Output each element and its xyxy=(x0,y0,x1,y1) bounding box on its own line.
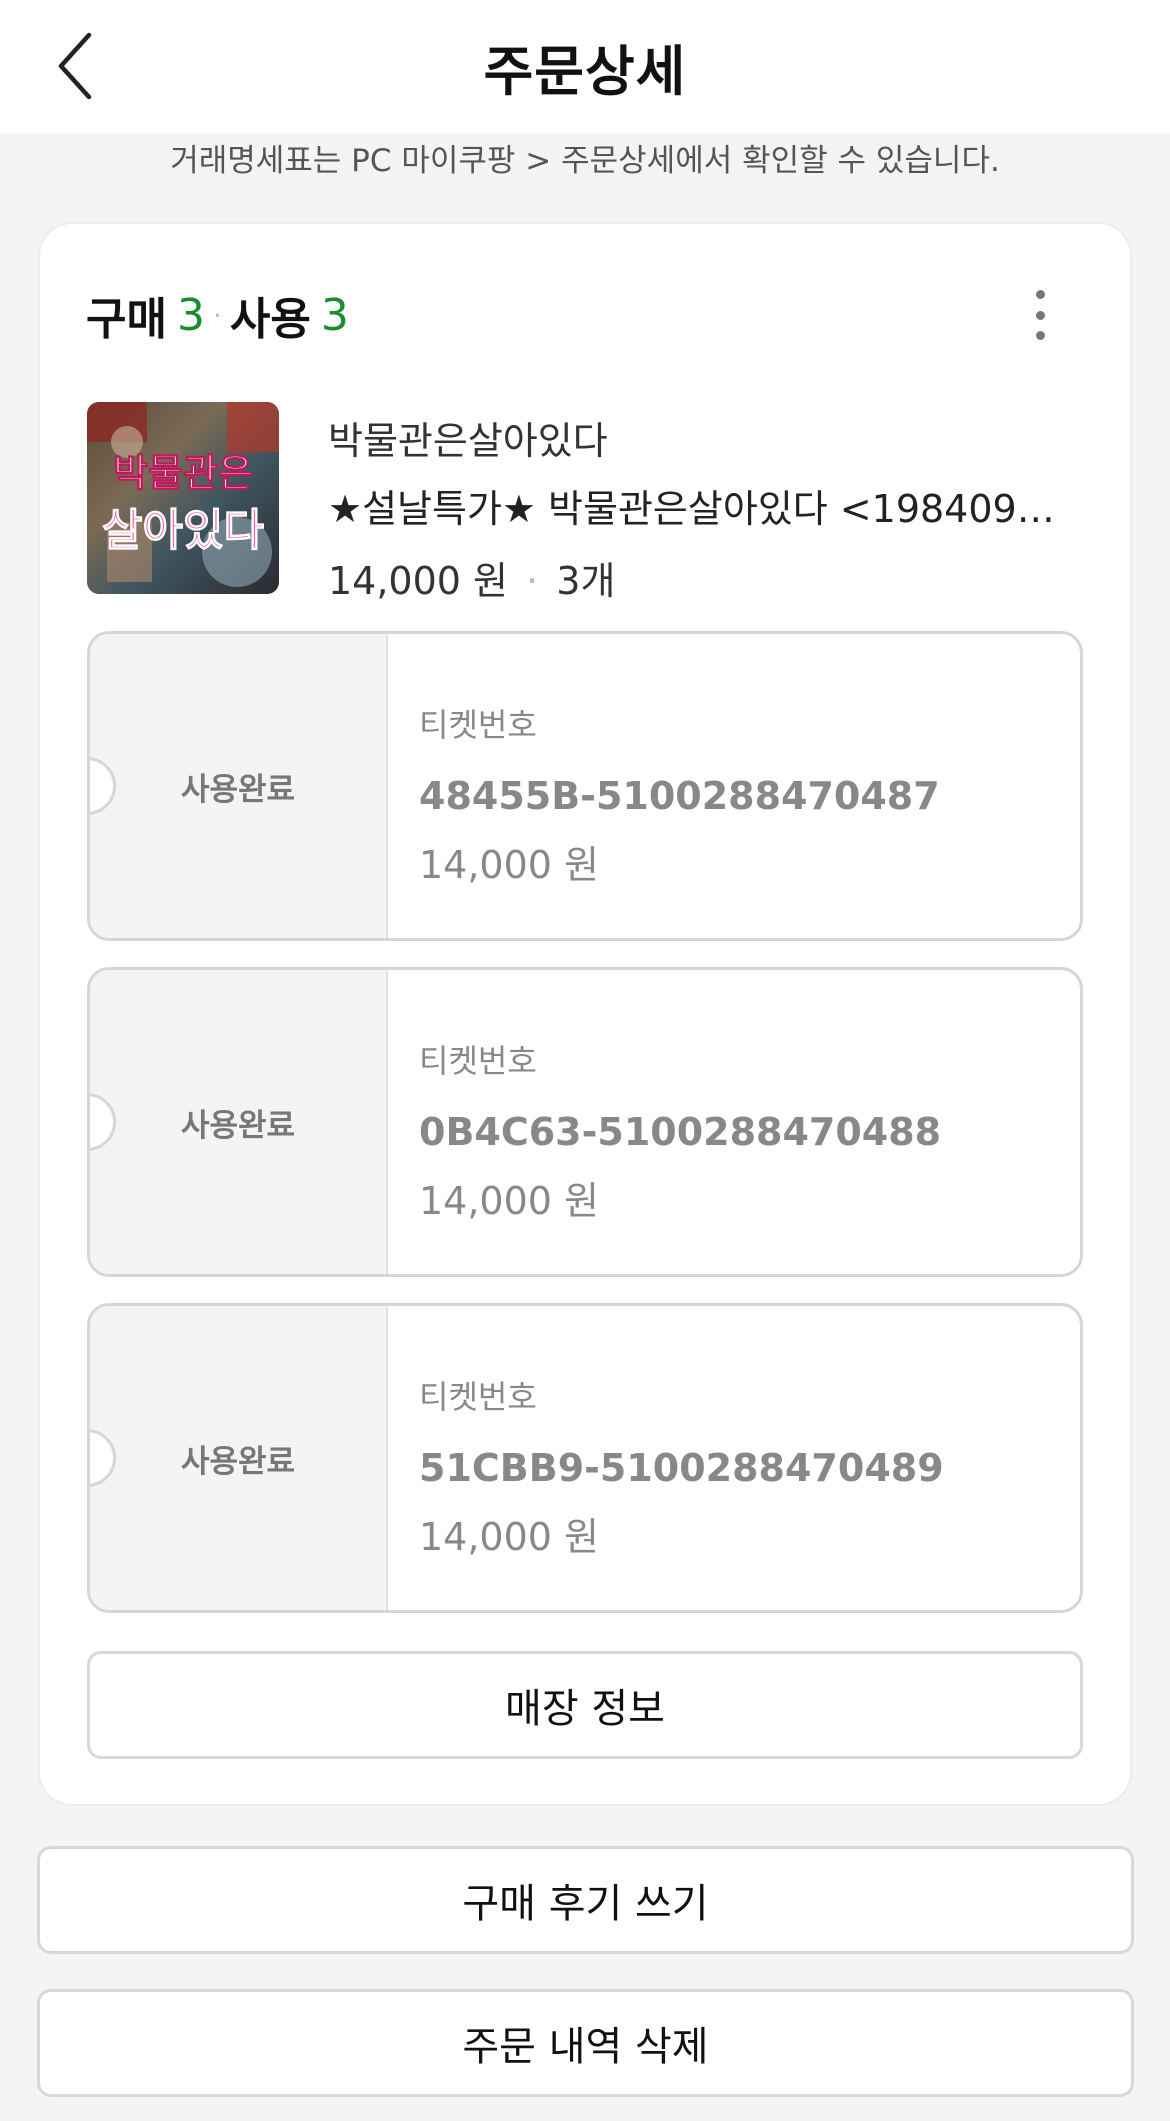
ticket-number-label: 티켓번호 xyxy=(419,1042,537,1080)
more-options-icon[interactable] xyxy=(1020,282,1060,348)
thumbnail-title-line1: 박물관은 xyxy=(113,451,254,496)
product-description[interactable]: ★설날특가★ 박물관은살아있다 <198409> l... xyxy=(328,478,1080,533)
ticket-card: 사용완료 티켓번호 48455B-5100288470487 14,000 원 xyxy=(87,631,1083,941)
ticket-card: 사용완료 티켓번호 0B4C63-5100288470488 14,000 원 xyxy=(87,967,1083,1277)
product-price-quantity: 14,000 원 · 3개 xyxy=(328,550,615,605)
ticket-number: 48455B-5100288470487 xyxy=(419,774,940,818)
order-summary: 구매 3 · 사용 3 xyxy=(86,285,349,346)
product-quantity: 3개 xyxy=(556,559,616,603)
product-price: 14,000 원 xyxy=(328,559,509,603)
ticket-status: 사용완료 xyxy=(90,634,388,938)
write-review-button[interactable]: 구매 후기 쓰기 xyxy=(37,1846,1134,1954)
price-separator: · xyxy=(526,559,539,603)
ticket-number: 0B4C63-5100288470488 xyxy=(419,1110,942,1154)
statement-notice: 거래명세표는 PC 마이쿠팡 > 주문상세에서 확인할 수 있습니다. xyxy=(170,143,1000,179)
purchase-label: 구매 xyxy=(86,294,167,345)
purchase-count: 3 xyxy=(176,289,205,341)
store-info-button[interactable]: 매장 정보 xyxy=(87,1651,1083,1759)
ticket-number-label: 티켓번호 xyxy=(419,706,537,744)
app-header: 주문상세 xyxy=(0,0,1170,133)
summary-separator: · xyxy=(212,298,222,332)
ticket-status: 사용완료 xyxy=(90,1306,388,1610)
ticket-number-label: 티켓번호 xyxy=(419,1378,537,1416)
thumbnail-title-line2: 살아있다 xyxy=(102,505,265,557)
ticket-card: 사용완료 티켓번호 51CBB9-5100288470489 14,000 원 xyxy=(87,1303,1083,1613)
delete-order-button[interactable]: 주문 내역 삭제 xyxy=(37,1989,1134,2097)
ticket-number: 51CBB9-5100288470489 xyxy=(419,1446,944,1490)
ticket-amount: 14,000 원 xyxy=(419,1515,600,1559)
ticket-status: 사용완료 xyxy=(90,970,388,1274)
ticket-amount: 14,000 원 xyxy=(419,1179,600,1223)
use-count: 3 xyxy=(320,289,349,341)
use-label: 사용 xyxy=(229,294,311,345)
ticket-amount: 14,000 원 xyxy=(419,843,600,887)
product-thumbnail[interactable]: 박물관은 살아있다 xyxy=(87,402,279,594)
page-title: 주문상세 xyxy=(483,40,687,103)
product-name[interactable]: 박물관은살아있다 xyxy=(328,410,608,465)
